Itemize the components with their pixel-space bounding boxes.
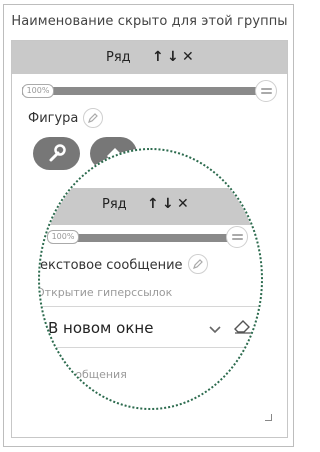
- resize-handle-icon[interactable]: [265, 414, 272, 421]
- text-message-label: екстовое сообщение: [40, 258, 183, 273]
- row-header: Ряд ↑ ↓ ✕: [12, 41, 287, 74]
- eraser-icon[interactable]: [233, 317, 253, 339]
- zoom-width-percent-badge: 100%: [47, 230, 79, 244]
- arrow-down-icon[interactable]: ↓: [162, 195, 174, 213]
- hyperlinks-label: Открытие гиперссылок: [38, 286, 173, 299]
- open-mode-select[interactable]: В новом окне: [48, 319, 153, 337]
- lines-icon[interactable]: [226, 226, 248, 248]
- arrow-up-icon[interactable]: ↑: [147, 195, 159, 213]
- pencil-icon[interactable]: [83, 108, 103, 128]
- figure-label: Фигура: [28, 111, 79, 126]
- message-template-label: лон сообщения: [38, 368, 127, 381]
- pencil-icon[interactable]: [188, 254, 208, 274]
- lines-icon[interactable]: [255, 80, 277, 102]
- zoom-row-header: Ряд ↑ ↓ ✕: [40, 188, 261, 225]
- chevron-down-icon[interactable]: [208, 320, 222, 339]
- row-label: Ряд: [106, 50, 131, 65]
- zoom-row-label: Ряд: [102, 197, 127, 212]
- divider: [40, 306, 261, 307]
- arrow-up-icon[interactable]: ↑: [152, 48, 164, 66]
- arrow-down-icon[interactable]: ↓: [167, 48, 179, 66]
- wrench-icon: [49, 144, 66, 162]
- width-percent-badge: 100%: [22, 84, 54, 98]
- width-slider-track[interactable]: [22, 87, 265, 95]
- divider: [40, 347, 261, 348]
- zoom-lens: Ряд ↑ ↓ ✕ 100% екстовое сообщение Открыт…: [38, 148, 263, 410]
- close-icon[interactable]: ✕: [177, 195, 189, 213]
- group-title: Наименование скрыто для этой группы: [11, 14, 288, 29]
- close-icon[interactable]: ✕: [182, 48, 194, 66]
- settings-button[interactable]: [33, 137, 80, 170]
